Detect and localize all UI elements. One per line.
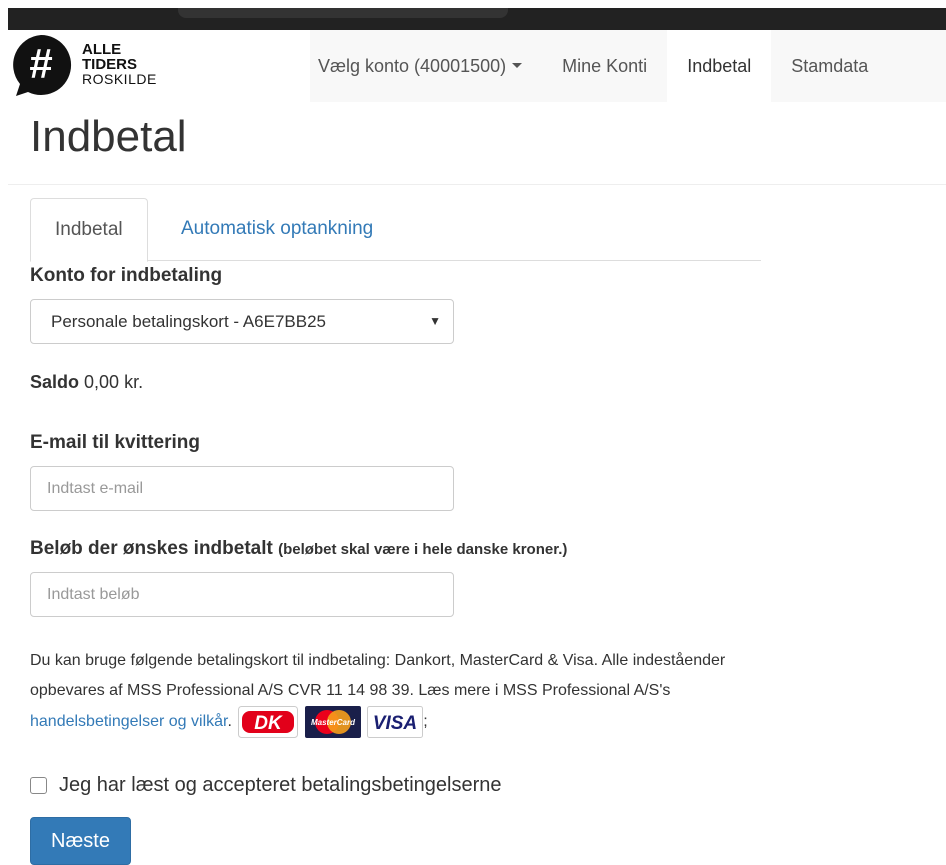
page-title: Indbetal: [30, 112, 187, 161]
divider: [8, 184, 946, 185]
amount-input[interactable]: Indtast beløb: [30, 572, 454, 617]
terms-checkbox[interactable]: [30, 777, 47, 794]
svg-text:DK: DK: [255, 713, 284, 734]
terms-link[interactable]: handelsbetingelser og vilkår: [30, 713, 227, 730]
account-select[interactable]: Personale betalingskort - A6E7BB25 ▼: [30, 299, 454, 344]
saldo-label: Saldo: [30, 372, 80, 392]
brand-text: ALLE TIDERS ROSKILDE: [82, 42, 157, 87]
nav-item-mine-konti[interactable]: Mine Konti: [542, 30, 667, 102]
amount-note: (beløbet skal være i hele danske kroner.…: [278, 541, 568, 558]
caret-down-icon: [512, 63, 523, 69]
info-end: ;: [423, 713, 428, 731]
mastercard-icon: MasterCard: [304, 706, 361, 738]
email-input[interactable]: Indtast e-mail: [30, 466, 454, 511]
brand-line-3: ROSKILDE: [82, 71, 157, 87]
account-label: Konto for indbetaling: [30, 265, 223, 286]
dropdown-arrow-icon: ▼: [429, 314, 441, 328]
terms-checkbox-label[interactable]: Jeg har læst og accepteret betalingsbeti…: [59, 774, 502, 797]
hashtag-badge-icon: #: [13, 34, 72, 96]
tab-indbetal[interactable]: Indbetal: [30, 198, 148, 262]
amount-placeholder: Indtast beløb: [47, 586, 140, 603]
visa-card-icon: VISA: [367, 706, 424, 738]
nav-account-dropdown[interactable]: Vælg konto (40001500): [310, 30, 542, 102]
terms-row: Jeg har læst og accepteret betalingsbeti…: [30, 774, 502, 797]
account-select-value: Personale betalingskort - A6E7BB25: [51, 312, 327, 331]
nav-item-indbetal[interactable]: Indbetal: [667, 30, 772, 102]
payment-info: Du kan bruge følgende betalingskort til …: [30, 646, 750, 738]
brand-line-1: ALLE: [82, 41, 122, 58]
tab-automatisk-optankning[interactable]: Automatisk optankning: [157, 198, 397, 261]
brand-line-2: TIDERS: [82, 56, 138, 73]
saldo-line: Saldo 0,00 kr.: [30, 372, 143, 393]
navbar: # ALLE TIDERS ROSKILDE Vælg konto (40001…: [8, 30, 946, 102]
amount-label: Beløb der ønskes indbetalt (beløbet skal…: [30, 538, 567, 560]
email-label: E-mail til kvittering: [30, 432, 200, 453]
email-placeholder: Indtast e-mail: [47, 480, 144, 497]
payment-info-text: Du kan bruge følgende betalingskort til …: [30, 652, 726, 699]
nav-item-stamdata[interactable]: Stamdata: [771, 30, 888, 102]
nav-menu: Vælg konto (40001500) Mine Konti Indbeta…: [310, 30, 946, 102]
svg-text:VISA: VISA: [373, 713, 417, 734]
brand-logo[interactable]: # ALLE TIDERS ROSKILDE: [8, 30, 188, 102]
svg-text:MasterCard: MasterCard: [311, 718, 356, 727]
amount-label-text: Beløb der ønskes indbetalt: [30, 538, 273, 559]
browser-top-strip: [8, 8, 946, 30]
saldo-value: 0,00 kr.: [84, 372, 144, 392]
blurred-bar: [178, 8, 508, 18]
tab-bar: Indbetal Automatisk optankning: [30, 198, 761, 262]
svg-text:#: #: [29, 40, 52, 87]
nav-account-label: Vælg konto (40001500): [318, 56, 507, 76]
next-button[interactable]: Næste: [30, 817, 131, 865]
info-period: .: [227, 713, 232, 731]
dankort-card-icon: DK: [238, 706, 299, 738]
